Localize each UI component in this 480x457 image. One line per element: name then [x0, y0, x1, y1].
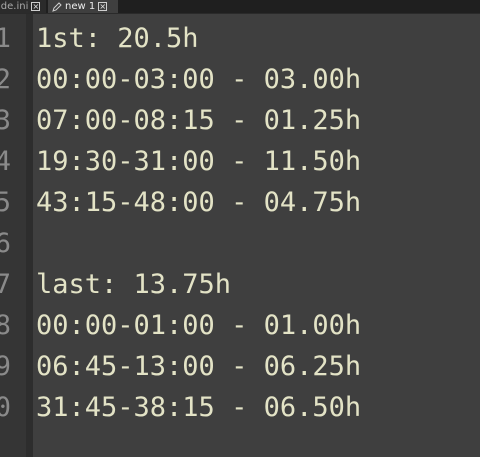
- line-number: 3: [0, 105, 11, 136]
- editor-line[interactable]: 07:00-08:15 - 01.25h: [36, 100, 361, 141]
- close-icon[interactable]: ×: [98, 2, 108, 11]
- line-number: 6: [0, 228, 11, 259]
- line-number: 2: [0, 64, 11, 95]
- tab-bar: ide.ini × new 1 ×: [0, 0, 480, 14]
- fold-margin: [26, 14, 33, 457]
- editor-line[interactable]: 06:45-13:00 - 06.25h: [36, 346, 361, 387]
- editor-line[interactable]: 43:15-48:00 - 04.75h: [36, 182, 361, 223]
- tab-new-1[interactable]: new 1 ×: [48, 0, 118, 13]
- editor-window: ide.ini × new 1 × 1 2 3 4 5 6 7 8 9 0 1s…: [0, 0, 480, 457]
- line-number: 5: [0, 187, 11, 218]
- editor-line[interactable]: 1st: 20.5h: [36, 18, 199, 59]
- editor-line[interactable]: 19:30-31:00 - 11.50h: [36, 141, 361, 182]
- tab-label: new 1: [65, 1, 96, 12]
- editor-line[interactable]: last: 13.75h: [36, 264, 231, 305]
- editor-line[interactable]: 31:45-38:15 - 06.50h: [36, 387, 361, 428]
- line-number: 0: [0, 392, 11, 423]
- pencil-icon: [52, 1, 62, 12]
- tab-ide-ini[interactable]: ide.ini ×: [0, 0, 46, 13]
- line-number: 8: [0, 310, 11, 341]
- tab-label: ide.ini: [0, 1, 29, 12]
- text-editor[interactable]: 1st: 20.5h 00:00-03:00 - 03.00h 07:00-08…: [34, 14, 480, 457]
- line-number: 1: [0, 23, 11, 54]
- line-number: 7: [0, 269, 11, 300]
- line-number: 4: [0, 146, 11, 177]
- line-number: 9: [0, 351, 11, 382]
- editor-line[interactable]: 00:00-03:00 - 03.00h: [36, 59, 361, 100]
- editor-line[interactable]: 00:00-01:00 - 01.00h: [36, 305, 361, 346]
- close-icon[interactable]: ×: [31, 2, 41, 11]
